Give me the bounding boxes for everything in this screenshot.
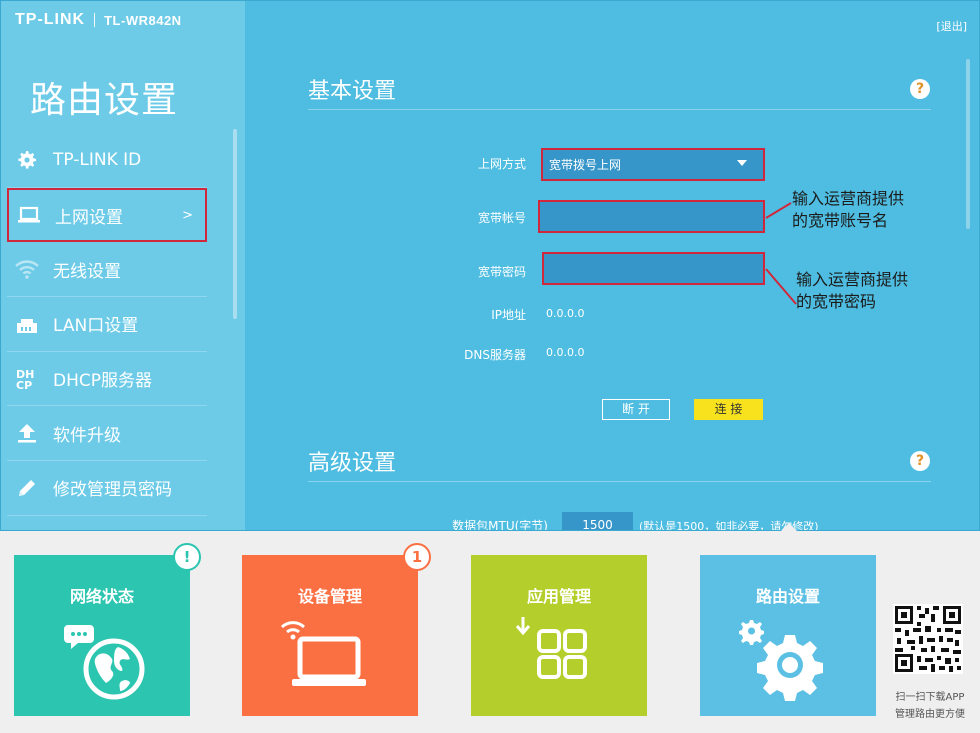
sidebar-item-tplink-id[interactable]: TP-LINK ID bbox=[7, 133, 207, 188]
account-annotation: 输入运营商提供 的宽带账号名 bbox=[792, 188, 904, 232]
globe-chat-icon bbox=[64, 625, 145, 700]
tile-label: 网络状态 bbox=[69, 587, 134, 606]
tp-link-logo: TP-LINK bbox=[15, 11, 86, 28]
lan-port-icon bbox=[13, 312, 41, 336]
password-annotation: 输入运营商提供 的宽带密码 bbox=[796, 269, 908, 313]
upload-icon bbox=[13, 421, 41, 445]
tile-device-management[interactable]: 设备管理 bbox=[242, 555, 418, 716]
sidebar-title: 路由设置 bbox=[30, 80, 179, 121]
laptop-icon bbox=[15, 203, 43, 227]
sidebar-item-label: DHCP服务器 bbox=[53, 371, 152, 392]
laptop-wifi-icon bbox=[280, 621, 366, 686]
qr-caption-1: 扫一扫下载APP bbox=[895, 692, 965, 703]
mtu-input[interactable]: 1500 bbox=[562, 512, 633, 530]
wifi-icon bbox=[13, 257, 41, 281]
sidebar-item-label: 软件升级 bbox=[53, 425, 121, 446]
sidebar-item-label: TP-LINK ID bbox=[53, 149, 142, 170]
annotation-line: 输入运营商提供 bbox=[792, 189, 905, 208]
model-name: TL-WR842N bbox=[104, 12, 182, 28]
sidebar-item-lan[interactable]: LAN口设置 bbox=[7, 297, 207, 352]
advanced-help-icon[interactable]: ? bbox=[910, 451, 930, 471]
annotation-line: 的宽带密码 bbox=[796, 292, 877, 311]
ip-address-value: 0.0.0.0 bbox=[546, 307, 585, 320]
apps-grid-icon bbox=[515, 617, 587, 679]
brand-header: TP-LINK TL-WR842N bbox=[15, 11, 182, 29]
wan-mode-label: 上网方式 bbox=[477, 157, 526, 171]
account-label: 宽带帐号 bbox=[477, 211, 526, 225]
sidebar-item-label: LAN口设置 bbox=[53, 316, 139, 337]
chevron-down-icon bbox=[737, 160, 747, 166]
gears-icon bbox=[739, 620, 823, 701]
dhcp-icon: DH CP bbox=[13, 367, 41, 391]
qr-caption-2: 管理路由更方便 bbox=[895, 709, 965, 720]
disconnect-button[interactable]: 断 开 bbox=[602, 399, 670, 420]
annotation-line: 的宽带账号名 bbox=[792, 211, 889, 230]
sidebar-item-firmware-upgrade[interactable]: 软件升级 bbox=[7, 406, 207, 462]
tile-network-status-badge: ! bbox=[173, 543, 201, 571]
sidebar: TP-LINK TL-WR842N 路由设置 TP-LINK ID 上网设置 > bbox=[1, 1, 245, 530]
tile-network-status[interactable]: 网络状态 bbox=[14, 555, 190, 716]
sidebar-item-label: 无线设置 bbox=[53, 261, 121, 282]
chevron-right-icon: > bbox=[182, 207, 193, 223]
tile-router-settings[interactable]: 路由设置 bbox=[700, 555, 876, 716]
account-input[interactable] bbox=[538, 200, 765, 233]
tile-label: 应用管理 bbox=[526, 587, 591, 606]
gear-icon bbox=[13, 148, 41, 172]
password-input[interactable] bbox=[542, 252, 765, 285]
wan-mode-value: 宽带拨号上网 bbox=[549, 158, 622, 172]
sidebar-item-dhcp[interactable]: DH CP DHCP服务器 bbox=[7, 352, 207, 407]
tile-app-management[interactable]: 应用管理 bbox=[471, 555, 647, 716]
sidebar-menu: TP-LINK ID 上网设置 > 无线设置 LAN口设置 DH CP DHCP… bbox=[7, 133, 207, 516]
tile-device-management-badge: 1 bbox=[403, 543, 431, 571]
qr-code-image bbox=[893, 604, 963, 674]
advanced-settings-title: 高级设置 bbox=[308, 451, 397, 476]
sidebar-item-admin-password[interactable]: 修改管理员密码 bbox=[7, 461, 207, 516]
sidebar-item-label: 上网设置 bbox=[55, 207, 123, 228]
mtu-label: 数据包MTU(字节) bbox=[452, 519, 548, 531]
annotation-line: 输入运营商提供 bbox=[796, 270, 909, 289]
basic-help-icon[interactable]: ? bbox=[910, 79, 930, 99]
pencil-icon bbox=[13, 476, 41, 500]
connect-button[interactable]: 连 接 bbox=[694, 399, 763, 420]
qr-code bbox=[893, 604, 963, 674]
sidebar-item-internet-settings[interactable]: 上网设置 > bbox=[7, 187, 207, 243]
basic-divider bbox=[308, 109, 931, 110]
dns-value: 0.0.0.0 bbox=[546, 346, 585, 359]
sidebar-scrollbar[interactable] bbox=[233, 129, 237, 319]
sidebar-item-wireless[interactable]: 无线设置 bbox=[7, 242, 207, 298]
main-scrollbar[interactable] bbox=[966, 59, 970, 229]
sidebar-item-label: 修改管理员密码 bbox=[53, 480, 172, 501]
router-admin-panel: TP-LINK TL-WR842N 路由设置 TP-LINK ID 上网设置 > bbox=[0, 0, 980, 531]
ip-address-label: IP地址 bbox=[491, 308, 526, 322]
tile-label: 设备管理 bbox=[297, 587, 362, 606]
active-tile-pointer bbox=[780, 523, 798, 532]
dns-label: DNS服务器 bbox=[464, 348, 526, 362]
password-label: 宽带密码 bbox=[477, 265, 526, 279]
svg-text:CP: CP bbox=[16, 379, 32, 391]
tile-label: 路由设置 bbox=[755, 587, 820, 606]
brand-divider bbox=[94, 13, 96, 27]
basic-settings-title: 基本设置 bbox=[308, 79, 397, 104]
advanced-divider bbox=[308, 481, 931, 482]
wan-mode-select[interactable]: 宽带拨号上网 bbox=[541, 148, 765, 181]
logout-link[interactable]: [退出] bbox=[936, 18, 967, 34]
